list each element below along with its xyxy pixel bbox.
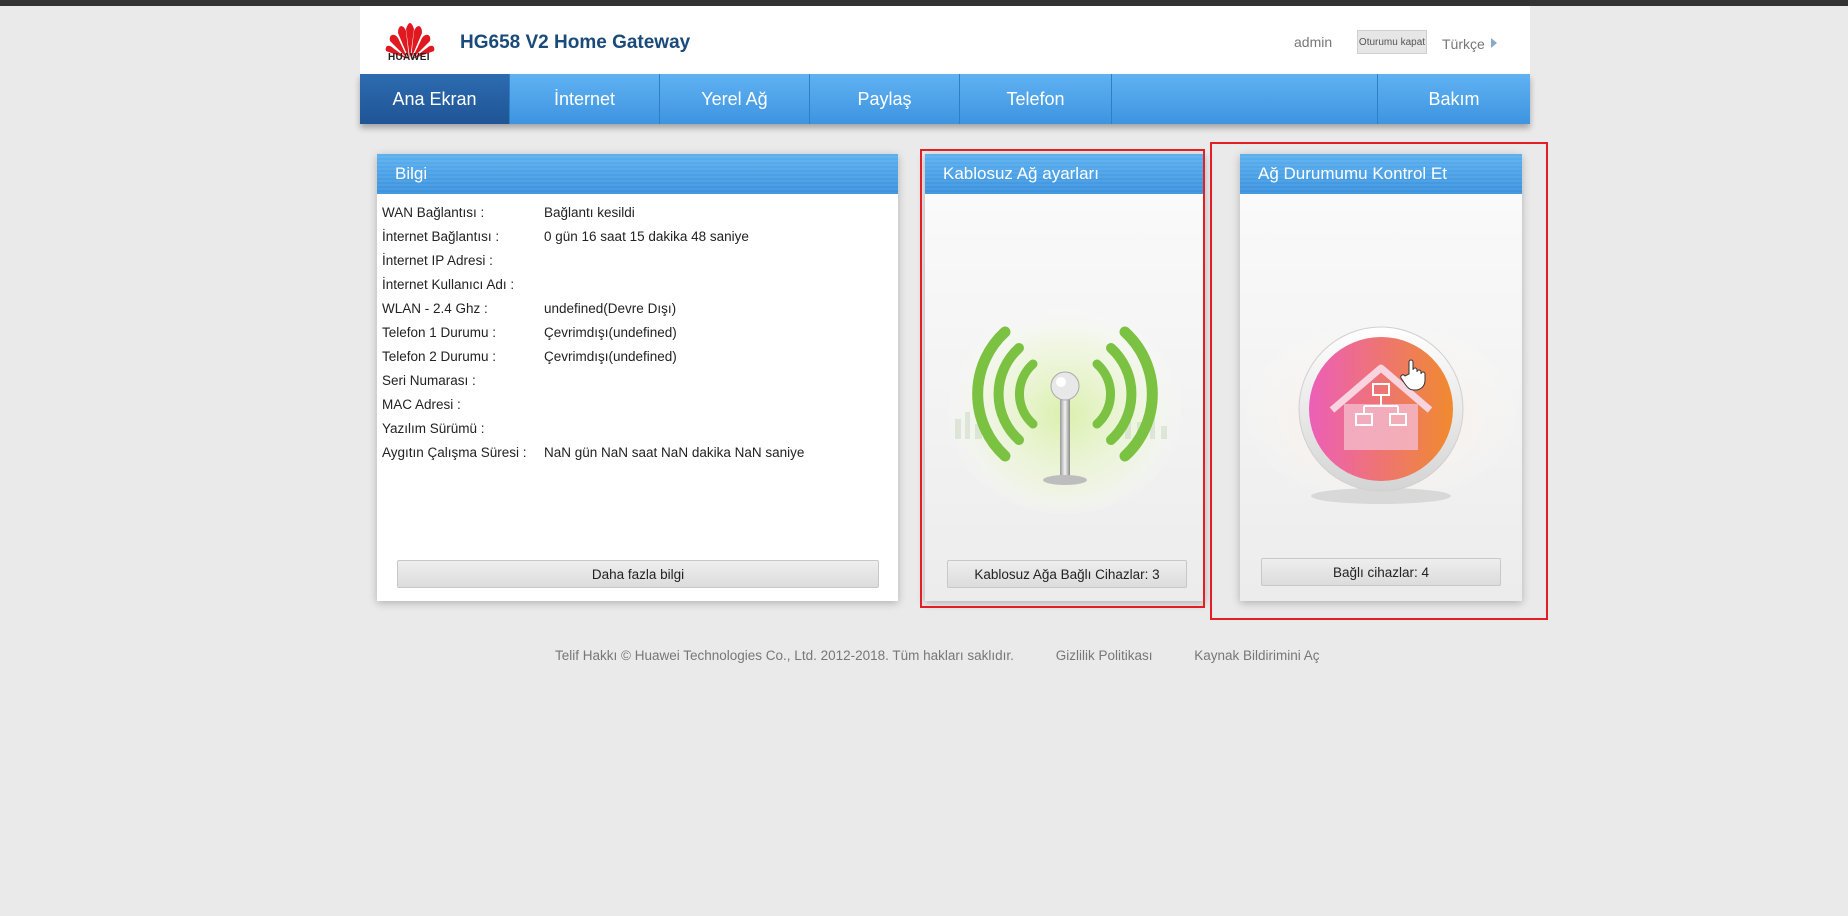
info-row: Telefon 2 Durumu : Çevrimdışı(undefined) xyxy=(382,344,898,368)
more-info-button[interactable]: Daha fazla bilgi xyxy=(397,560,879,588)
info-row: WLAN - 2.4 Ghz : undefined(Devre Dışı) xyxy=(382,296,898,320)
info-label: Aygıtın Çalışma Süresi : xyxy=(382,444,527,460)
nav-tab-share[interactable]: Paylaş xyxy=(810,74,960,124)
info-row: İnternet Bağlantısı : 0 gün 16 saat 15 da… xyxy=(382,224,898,248)
username-label: admin xyxy=(1294,34,1333,50)
info-value: Bağlantı kesildi xyxy=(544,204,635,220)
highlight-box-wireless xyxy=(920,149,1205,608)
privacy-policy-link[interactable]: Gizlilik Politikası xyxy=(1056,648,1153,663)
nav-tab-phone[interactable]: Telefon xyxy=(960,74,1112,124)
main-nav: Ana Ekran İnternet Yerel Ağ Paylaş Telef… xyxy=(360,74,1530,124)
info-row: Aygıtın Çalışma Süresi : NaN gün NaN saat… xyxy=(382,440,898,464)
info-label: Seri Numarası : xyxy=(382,372,476,388)
language-selector[interactable]: Türkçe xyxy=(1442,36,1485,52)
info-value: Çevrimdışı(undefined) xyxy=(544,348,677,364)
highlight-box-network xyxy=(1210,142,1548,620)
copyright-text: Telif Hakkı © Huawei Technologies Co., L… xyxy=(555,648,1014,663)
product-title: HG658 V2 Home Gateway xyxy=(460,32,691,53)
nav-tab-local-network[interactable]: Yerel Ağ xyxy=(660,74,810,124)
info-label: İnternet Bağlantısı : xyxy=(382,228,500,244)
info-row: Seri Numarası : xyxy=(382,368,898,392)
nav-tab-home[interactable]: Ana Ekran xyxy=(360,74,510,124)
open-source-notice-link[interactable]: Kaynak Bildirimini Aç xyxy=(1194,648,1319,663)
info-row: Telefon 1 Durumu : Çevrimdışı(undefined) xyxy=(382,320,898,344)
info-label: Yazılım Sürümü : xyxy=(382,420,485,436)
info-panel: Bilgi WAN Bağlantısı : Bağlantı kesildi İ… xyxy=(377,154,898,601)
info-row: MAC Adresi : xyxy=(382,392,898,416)
info-label: İnternet IP Adresi : xyxy=(382,252,493,268)
nav-tab-maintenance[interactable]: Bakım xyxy=(1378,74,1530,124)
nav-spacer xyxy=(1112,74,1378,124)
info-row: İnternet Kullanıcı Adı : xyxy=(382,272,898,296)
info-panel-title: Bilgi xyxy=(377,154,898,194)
info-label: Telefon 1 Durumu : xyxy=(382,324,497,340)
caret-right-icon[interactable] xyxy=(1491,38,1497,48)
info-value: Çevrimdışı(undefined) xyxy=(544,324,677,340)
info-label: WLAN - 2.4 Ghz : xyxy=(382,300,488,316)
info-label: Telefon 2 Durumu : xyxy=(382,348,497,364)
info-label: MAC Adresi : xyxy=(382,396,461,412)
brand-text: HUAWEI xyxy=(388,52,430,63)
info-row: İnternet IP Adresi : xyxy=(382,248,898,272)
info-row: Yazılım Sürümü : xyxy=(382,416,898,440)
header: HUAWEI HG658 V2 Home Gateway admin Oturu… xyxy=(360,6,1530,74)
footer: Telif Hakkı © Huawei Technologies Co., L… xyxy=(555,648,1358,663)
info-row: WAN Bağlantısı : Bağlantı kesildi xyxy=(382,200,898,224)
nav-tab-internet[interactable]: İnternet xyxy=(510,74,660,124)
info-label: İnternet Kullanıcı Adı : xyxy=(382,276,515,292)
info-list: WAN Bağlantısı : Bağlantı kesildi İnterne… xyxy=(377,194,898,464)
info-value: 0 gün 16 saat 15 dakika 48 saniye xyxy=(544,228,749,244)
logout-button[interactable]: Oturumu kapat xyxy=(1357,30,1427,54)
info-value: NaN gün NaN saat NaN dakika NaN saniye xyxy=(544,444,805,460)
info-label: WAN Bağlantısı : xyxy=(382,204,485,220)
info-value: undefined(Devre Dışı) xyxy=(544,300,677,316)
page-container: HUAWEI HG658 V2 Home Gateway admin Oturu… xyxy=(360,6,1530,124)
